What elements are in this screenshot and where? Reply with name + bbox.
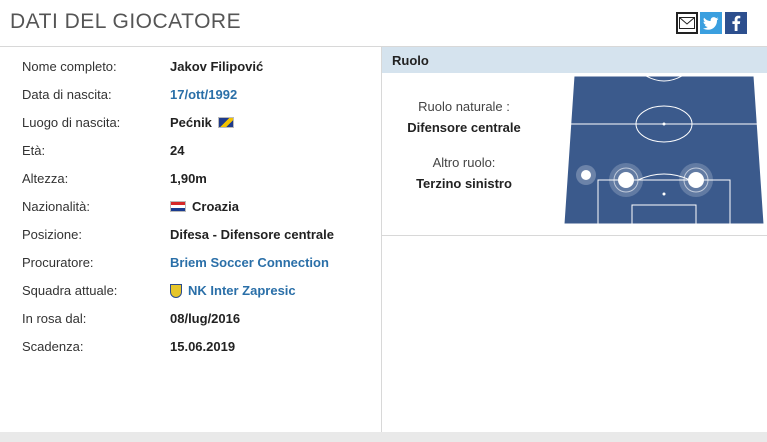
age-value: 24 <box>170 143 184 158</box>
joined-value: 08/lug/2016 <box>170 311 240 326</box>
birth-date-label: Data di nascita: <box>22 87 112 102</box>
player-data-panel: Nome completo: Jakov Filipović Data di n… <box>0 47 382 432</box>
mail-icon[interactable] <box>676 12 698 34</box>
row-birth-date: Data di nascita: 17/ott/1992 <box>0 87 381 107</box>
height-value: 1,90m <box>170 171 207 186</box>
facebook-icon[interactable] <box>725 12 747 34</box>
page-title: DATI DEL GIOCATORE <box>10 10 242 33</box>
birth-place-text: Pećnik <box>170 115 212 130</box>
nationality-text: Croazia <box>192 199 239 214</box>
row-current-team: Squadra attuale: NK Inter Zapresic <box>0 283 381 303</box>
other-role-value: Terzino sinistro <box>416 176 512 191</box>
club-crest-icon <box>170 283 182 298</box>
contract-expiry-text: 15.06.2019 <box>170 339 236 354</box>
agent-link[interactable]: Briem Soccer Connection <box>170 255 329 270</box>
penalty-spot <box>662 192 666 196</box>
birth-date-text[interactable]: 17/ott/1992 <box>170 87 237 102</box>
pitch-diagram <box>564 76 764 224</box>
height-label: Altezza: <box>22 171 69 186</box>
row-birth-place: Luogo di nascita: Pećnik <box>0 115 381 135</box>
natural-role-value: Difensore centrale <box>407 120 521 135</box>
header-bar: DATI DEL GIOCATORE <box>0 0 767 47</box>
joined-label: In rosa dal: <box>22 311 87 326</box>
center-spot <box>662 122 666 126</box>
position-marker-left-back <box>576 165 596 185</box>
full-name-label: Nome completo: <box>22 59 117 74</box>
position-marker-center-back-left <box>609 163 643 197</box>
full-name-text: Jakov Filipović <box>170 59 264 74</box>
height-text: 1,90m <box>170 171 207 186</box>
other-role-label: Altro ruolo: <box>432 155 496 170</box>
agent-text[interactable]: Briem Soccer Connection <box>170 255 329 270</box>
role-header: Ruolo <box>382 47 767 73</box>
position-marker-center-back-right <box>679 163 713 197</box>
joined-text: 08/lug/2016 <box>170 311 241 326</box>
birth-place-value: Pećnik <box>170 115 234 130</box>
position-text: Difesa - Difensore centrale <box>170 227 335 242</box>
position-value: Difesa - Difensore centrale <box>170 227 334 242</box>
row-contract-expiry: Scadenza: 15.06.2019 <box>0 339 381 359</box>
current-team-link[interactable]: NK Inter Zapresic <box>170 283 296 298</box>
pitch-field <box>564 76 764 224</box>
footer-strip <box>0 432 767 442</box>
row-nationality: Nazionalità: Croazia <box>0 199 381 219</box>
current-team-text[interactable]: NK Inter Zapresic <box>188 283 296 298</box>
age-text: 24 <box>170 143 185 158</box>
row-full-name: Nome completo: Jakov Filipović <box>0 59 381 79</box>
natural-role-label: Ruolo naturale : <box>418 99 510 114</box>
current-team-label: Squadra attuale: <box>22 283 118 298</box>
role-header-label: Ruolo <box>392 53 429 68</box>
full-name-value: Jakov Filipović <box>170 59 263 74</box>
bosnia-flag-icon <box>217 117 234 128</box>
age-label: Età: <box>22 143 46 158</box>
croatia-flag-icon <box>170 201 186 212</box>
agent-label: Procuratore: <box>22 255 94 270</box>
nationality-label: Nazionalità: <box>22 199 90 214</box>
twitter-icon[interactable] <box>700 12 722 34</box>
nationality-value: Croazia <box>170 199 239 214</box>
row-age: Età: 24 <box>0 143 381 163</box>
contract-expiry-label: Scadenza: <box>22 339 84 354</box>
row-agent: Procuratore: Briem Soccer Connection <box>0 255 381 275</box>
birth-date-link[interactable]: 17/ott/1992 <box>170 87 237 102</box>
row-height: Altezza: 1,90m <box>0 171 381 191</box>
row-joined: In rosa dal: 08/lug/2016 <box>0 311 381 331</box>
row-position: Posizione: Difesa - Difensore centrale <box>0 227 381 247</box>
birth-place-label: Luogo di nascita: <box>22 115 121 130</box>
position-label: Posizione: <box>22 227 82 242</box>
contract-expiry-value: 15.06.2019 <box>170 339 235 354</box>
